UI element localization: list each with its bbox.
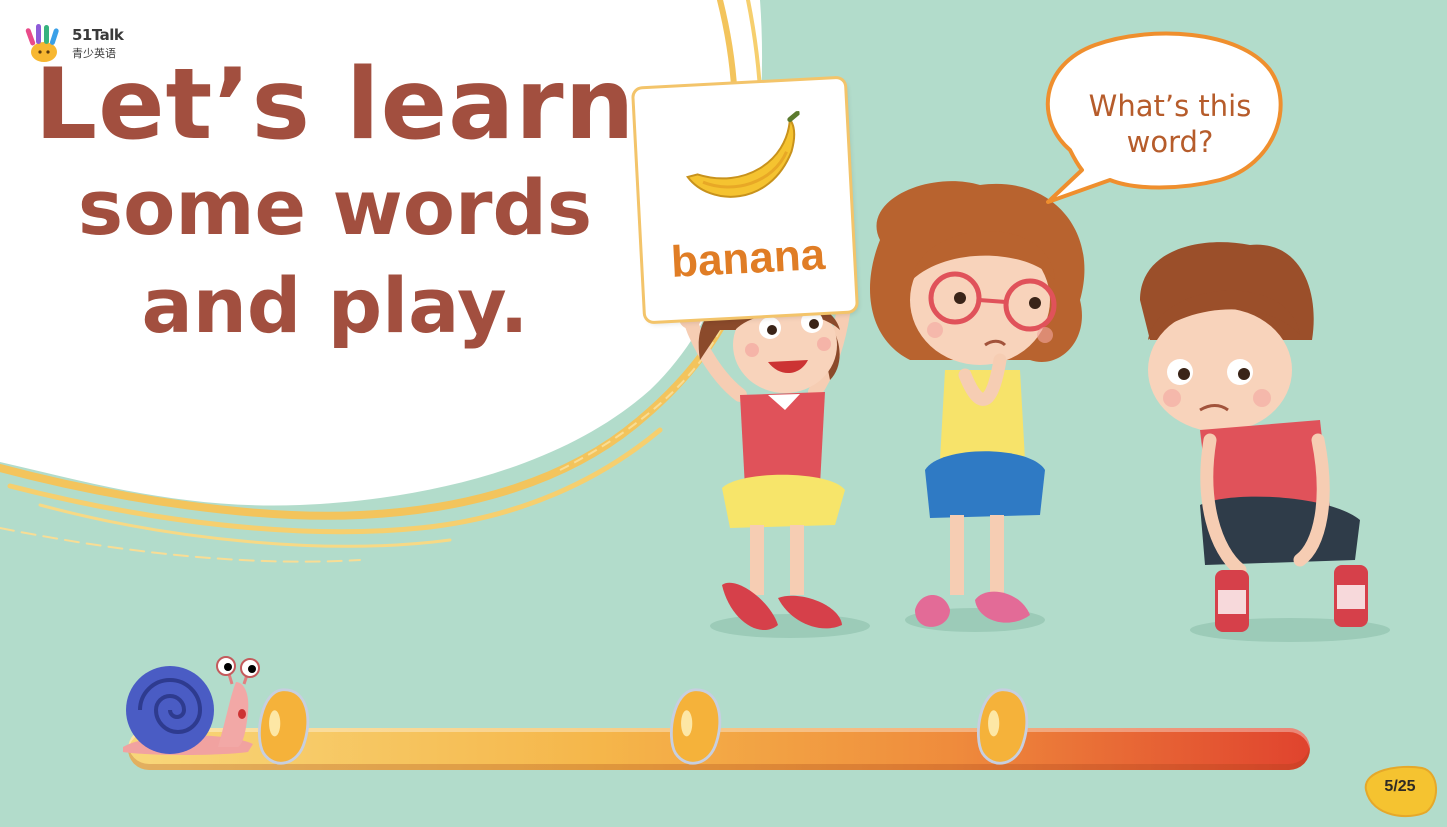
snail-icon bbox=[123, 656, 260, 755]
boy-crouching bbox=[1140, 242, 1368, 632]
flashcard: banana bbox=[634, 78, 856, 322]
lesson-slide: 51Talk 青少英语 Let’s learn some words and p… bbox=[0, 0, 1447, 827]
speech-bubble-text: What’s this word? bbox=[1088, 89, 1252, 160]
jelly-bean-icon bbox=[976, 688, 1029, 765]
page-counter: 5/25 bbox=[1384, 778, 1416, 795]
flashcard-word: banana bbox=[669, 229, 827, 287]
banana-icon bbox=[686, 111, 801, 198]
girl-thinking bbox=[870, 181, 1085, 627]
jelly-bean-icon bbox=[669, 688, 722, 765]
girl-holding-card bbox=[679, 287, 857, 631]
